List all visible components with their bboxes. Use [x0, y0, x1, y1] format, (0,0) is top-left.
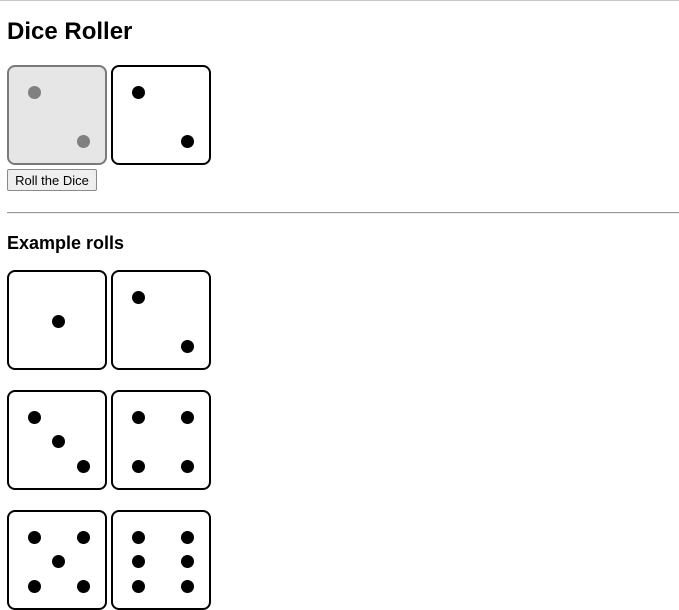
roller-die-2 — [111, 65, 211, 165]
die-pip — [180, 410, 194, 424]
example-rolls-heading: Example rolls — [7, 233, 125, 253]
die-pip — [51, 314, 65, 328]
die-pip — [131, 85, 145, 99]
die-pip — [27, 579, 41, 593]
die-pip — [131, 410, 145, 424]
die-pip — [131, 459, 145, 473]
die-pip — [76, 530, 90, 544]
die-pip — [131, 554, 145, 568]
example-die-2 — [111, 270, 211, 370]
example-die-3 — [7, 390, 107, 490]
roll-dice-button[interactable]: Roll the Dice — [7, 169, 97, 191]
top-rule — [0, 0, 679, 1]
die-pip — [131, 530, 145, 544]
die-pip — [27, 85, 41, 99]
die-pip — [27, 410, 41, 424]
die-pip — [180, 339, 194, 353]
die-pip — [180, 579, 194, 593]
die-pip — [76, 579, 90, 593]
die-pip — [76, 459, 90, 473]
page-title: Dice Roller — [7, 18, 133, 45]
die-pip — [180, 554, 194, 568]
die-pip — [51, 434, 65, 448]
die-pip — [131, 579, 145, 593]
die-pip — [51, 554, 65, 568]
die-pip — [131, 290, 145, 304]
example-die-1 — [7, 270, 107, 370]
section-divider — [7, 212, 679, 214]
example-die-4 — [111, 390, 211, 490]
die-pip — [76, 134, 90, 148]
example-die-6 — [111, 510, 211, 610]
example-die-5 — [7, 510, 107, 610]
die-pip — [180, 134, 194, 148]
roller-die-1 — [7, 65, 107, 165]
die-pip — [180, 459, 194, 473]
die-pip — [27, 530, 41, 544]
die-pip — [180, 530, 194, 544]
